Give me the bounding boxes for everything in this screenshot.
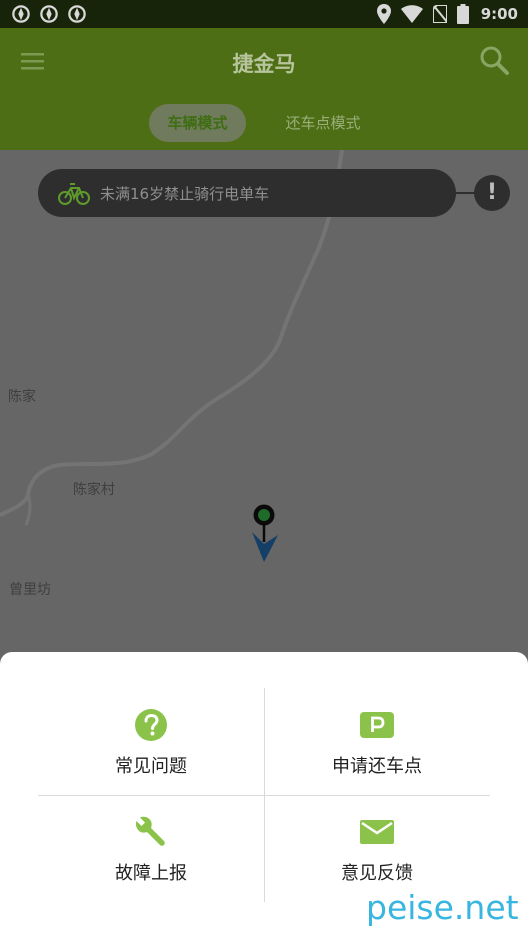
report-fault-button[interactable]: 故障上报	[38, 795, 264, 902]
status-bar: 9:00	[0, 0, 528, 28]
feedback-label: 意见反馈	[341, 863, 413, 884]
place-label: 陈家	[8, 389, 36, 405]
notification-icons	[12, 5, 86, 23]
notification-icon	[68, 5, 86, 23]
location-marker-icon	[252, 504, 278, 562]
notification-icon	[40, 5, 58, 23]
battery-icon	[456, 4, 469, 24]
feedback-button[interactable]: 意见反馈	[264, 795, 490, 902]
watermark: peise.net	[366, 888, 519, 927]
clock: 9:00	[480, 5, 518, 23]
wifi-icon	[400, 5, 423, 23]
notice-text: 未满16岁禁止骑行电单车	[100, 184, 270, 203]
app-title: 捷金马	[232, 52, 296, 76]
apply-return-point-label: 申请还车点	[332, 756, 422, 777]
no-sim-icon	[432, 5, 447, 23]
notification-icon	[12, 5, 30, 23]
action-grid: 常见问题 申请还车点 故障上报 意见反馈	[38, 688, 490, 902]
alert-icon[interactable]: !	[474, 175, 510, 211]
wrench-icon	[135, 816, 165, 846]
place-label: 曾里坊	[9, 582, 51, 598]
tab-return-point-mode[interactable]: 还车点模式	[268, 104, 379, 142]
tab-vehicle-mode[interactable]: 车辆模式	[149, 104, 246, 142]
mode-tabs: 车辆模式 还车点模式	[0, 104, 528, 142]
safety-notice[interactable]: 未满16岁禁止骑行电单车	[38, 169, 456, 217]
faq-button[interactable]: 常见问题	[38, 688, 264, 795]
report-fault-label: 故障上报	[115, 863, 187, 884]
location-icon	[376, 4, 391, 24]
faq-label: 常见问题	[115, 756, 187, 777]
place-label: 陈家村	[73, 482, 115, 498]
parking-icon	[360, 712, 394, 738]
bike-icon	[58, 183, 90, 205]
app-bar: 捷金马 车辆模式 还车点模式	[0, 28, 528, 150]
search-icon[interactable]	[478, 44, 510, 76]
apply-return-point-button[interactable]: 申请还车点	[264, 688, 490, 795]
mail-icon	[360, 820, 394, 844]
help-circle-icon	[135, 709, 167, 741]
